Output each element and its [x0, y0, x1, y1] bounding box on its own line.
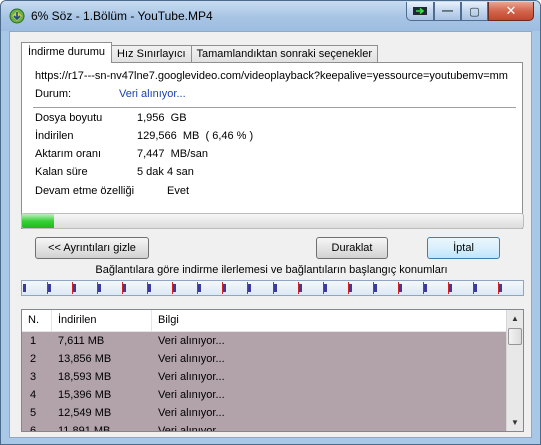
connection-start-marker	[424, 284, 427, 292]
cell-info: Veri alınıyor...	[158, 425, 225, 432]
scroll-up-button[interactable]: ▲	[507, 310, 523, 327]
connection-start-marker	[23, 284, 26, 292]
green-arrow-button[interactable]	[406, 2, 434, 21]
cell-number: 1	[30, 335, 37, 347]
cell-downloaded: 15,396 MB	[58, 389, 112, 401]
cell-info: Veri alınıyor...	[158, 353, 225, 365]
cell-info: Veri alınıyor...	[158, 335, 225, 347]
connection-start-marker	[173, 284, 176, 292]
overall-progress-bar	[21, 213, 524, 229]
close-icon: ✕	[505, 3, 517, 18]
cell-downloaded: 18,593 MB	[58, 371, 112, 383]
cell-downloaded: 7,611 MB	[58, 335, 105, 347]
tab-download-status[interactable]: İndirme durumu	[21, 42, 113, 63]
time-left-value: 5 dak 4 san	[137, 166, 194, 178]
cell-downloaded: 12,549 MB	[58, 407, 112, 419]
download-status-panel: https://r17---sn-nv47lne7.googlevideo.co…	[21, 62, 523, 229]
hide-details-button[interactable]: << Ayrıntıları gizle	[35, 237, 149, 259]
tab-speed-limiter[interactable]: Hız Sınırlayıcı	[111, 45, 192, 63]
connection-start-marker	[223, 284, 226, 292]
cell-number: 4	[30, 389, 37, 401]
progress-fill	[22, 214, 55, 228]
column-header-downloaded[interactable]: İndirilen	[52, 310, 152, 331]
cell-downloaded: 13,856 MB	[58, 353, 112, 365]
cell-number: 6	[30, 425, 37, 432]
scroll-up-icon: ▲	[511, 314, 519, 323]
connections-list[interactable]: N. İndirilen Bilgi 1 7,611 MB Veri alını…	[21, 309, 524, 432]
status-value: Veri alınıyor...	[119, 88, 186, 100]
tab-after-completion-options[interactable]: Tamamlandıktan sonraki seçenekler	[190, 45, 378, 63]
cell-number: 5	[30, 407, 37, 419]
scroll-down-icon: ▼	[511, 418, 519, 427]
table-row[interactable]: 3 18,593 MB Veri alınıyor...	[22, 368, 506, 386]
connection-start-marker	[98, 284, 101, 292]
connection-start-marker	[474, 284, 477, 292]
green-arrow-icon	[413, 7, 427, 15]
connection-start-marker	[399, 284, 402, 292]
connection-start-marker	[148, 284, 151, 292]
resume-capability-value: Evet	[167, 185, 190, 197]
table-row[interactable]: 5 12,549 MB Veri alınıyor...	[22, 404, 506, 422]
resume-capability-label: Devam etme özelliği	[35, 185, 135, 197]
status-label: Durum:	[35, 88, 72, 100]
connection-start-marker	[324, 284, 327, 292]
connection-start-marker	[123, 284, 126, 292]
connection-start-marker	[73, 284, 76, 292]
time-left-label: Kalan süre	[35, 166, 88, 178]
connection-start-marker	[48, 284, 51, 292]
connection-start-marker	[449, 284, 452, 292]
connections-progress-bar	[21, 280, 524, 296]
table-row[interactable]: 1 7,611 MB Veri alınıyor...	[22, 332, 506, 350]
file-size-label: Dosya boyutu	[35, 112, 103, 124]
table-row[interactable]: 6 11,891 MB Veri alınıyor...	[22, 422, 506, 432]
list-scrollbar[interactable]: ▲ ▼	[506, 310, 523, 431]
connection-start-marker	[274, 284, 277, 292]
dialog-client-area: İndirme durumu Hız Sınırlayıcı Tamamland…	[9, 31, 532, 438]
title-bar[interactable]: 6% Söz - 1.Bölüm - YouTube.MP4 — ▢ ✕	[1, 1, 540, 31]
cell-number: 3	[30, 371, 37, 383]
maximize-button[interactable]: ▢	[461, 2, 488, 21]
minimize-icon: —	[442, 5, 453, 17]
cancel-button[interactable]: İptal	[427, 237, 500, 259]
downloaded-value: 129,566 MB ( 6,46 % )	[137, 130, 254, 142]
cell-downloaded: 11,891 MB	[58, 425, 111, 432]
column-header-number[interactable]: N.	[22, 310, 52, 331]
downloaded-label: İndirilen	[35, 130, 74, 142]
scroll-down-button[interactable]: ▼	[507, 414, 523, 431]
connection-start-marker	[349, 284, 352, 292]
table-row[interactable]: 2 13,856 MB Veri alınıyor...	[22, 350, 506, 368]
cell-info: Veri alınıyor...	[158, 407, 225, 419]
tab-strip: İndirme durumu Hız Sınırlayıcı Tamamland…	[21, 42, 378, 63]
minimize-button[interactable]: —	[434, 2, 461, 21]
connection-start-marker	[248, 284, 251, 292]
download-progress-window: 6% Söz - 1.Bölüm - YouTube.MP4 — ▢ ✕ İnd…	[0, 0, 541, 445]
connection-start-marker	[374, 284, 377, 292]
list-header: N. İndirilen Bilgi	[22, 310, 506, 332]
cell-info: Veri alınıyor...	[158, 371, 225, 383]
cell-number: 2	[30, 353, 37, 365]
transfer-rate-value: 7,447 MB/san	[137, 148, 208, 160]
transfer-rate-label: Aktarım oranı	[35, 148, 102, 160]
connection-start-marker	[499, 284, 502, 292]
window-title: 6% Söz - 1.Bölüm - YouTube.MP4	[31, 9, 213, 23]
close-button[interactable]: ✕	[488, 2, 534, 21]
table-row[interactable]: 4 15,396 MB Veri alınıyor...	[22, 386, 506, 404]
cell-info: Veri alınıyor...	[158, 389, 225, 401]
scroll-thumb[interactable]	[508, 328, 522, 345]
idm-app-icon	[9, 8, 25, 24]
file-size-value: 1,956 GB	[137, 112, 187, 124]
column-header-info[interactable]: Bilgi	[152, 310, 506, 331]
divider	[33, 107, 516, 108]
connections-caption: Bağlantılara göre indirme ilerlemesi ve …	[95, 264, 448, 276]
connection-start-marker	[299, 284, 302, 292]
maximize-icon: ▢	[469, 5, 480, 18]
pause-button[interactable]: Duraklat	[316, 237, 388, 259]
connection-start-marker	[198, 284, 201, 292]
download-url: https://r17---sn-nv47lne7.googlevideo.co…	[35, 70, 508, 82]
